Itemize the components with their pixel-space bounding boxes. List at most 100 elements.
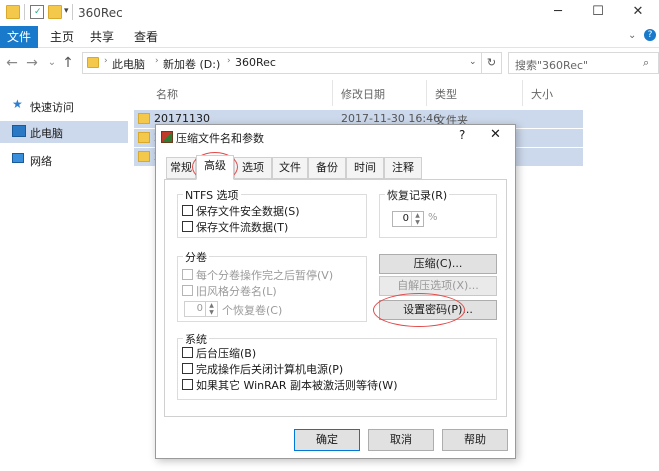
tab-panel-advanced: NTFS 选项 保存文件安全数据(S) 保存文件流数据(T) 恢复记录(R) 0…	[164, 179, 507, 417]
save-streams-label: 保存文件流数据(T)	[196, 221, 289, 234]
volumes-group-title: 分卷	[183, 249, 209, 265]
tab-files[interactable]: 文件	[272, 157, 308, 179]
up-icon[interactable]: ↑	[60, 54, 76, 72]
minimize-button[interactable]: ─	[538, 0, 578, 24]
navigation-bar: ← → ⌄ ↑ › 此电脑 › 新加卷 (D:) › 360Rec ⌄ ↻ 搜索…	[0, 50, 659, 76]
spin-arrows-icon[interactable]: ▲ ▼	[205, 302, 217, 316]
forward-icon[interactable]: →	[24, 54, 40, 72]
old-style-names-label: 旧风格分卷名(L)	[196, 285, 277, 298]
recovery-volumes-stepper[interactable]: 0 ▲ ▼	[184, 301, 218, 317]
search-input[interactable]: 搜索"360Rec" ⌕	[508, 52, 659, 74]
dialog-title: 压缩文件名和参数	[176, 132, 264, 145]
address-bar[interactable]: › 此电脑 › 新加卷 (D:) › 360Rec ⌄	[82, 52, 482, 74]
winrar-icon	[161, 131, 173, 143]
chevron-right-icon: ›	[155, 56, 159, 66]
save-security-checkbox[interactable]	[182, 205, 193, 216]
divider	[24, 4, 25, 20]
expand-ribbon-icon[interactable]: ⌄	[628, 30, 636, 41]
sidebar-item-label: 此电脑	[30, 127, 63, 140]
column-header-type[interactable]: 类型	[435, 86, 457, 102]
ntfs-group-title: NTFS 选项	[183, 187, 241, 203]
search-icon[interactable]: ⌕	[643, 56, 649, 70]
volumes-group: 分卷 每个分卷操作完之后暂停(V) 旧风格分卷名(L) 0 ▲ ▼ 个恢复卷(C)	[177, 249, 367, 322]
pause-volume-checkbox[interactable]	[182, 269, 193, 280]
tab-advanced[interactable]: 高级	[196, 155, 234, 180]
new-folder-icon[interactable]	[48, 5, 62, 19]
tab-share[interactable]: 共享	[90, 26, 114, 48]
recovery-unit: %	[428, 212, 438, 223]
wait-other-copies-checkbox[interactable]	[182, 379, 193, 390]
tab-view[interactable]: 查看	[134, 26, 158, 48]
tab-comment[interactable]: 注释	[384, 157, 422, 179]
tab-file[interactable]: 文件	[0, 26, 38, 48]
network-icon	[12, 153, 24, 163]
wait-other-copies-label: 如果其它 WinRAR 副本被激活则等待(W)	[196, 379, 398, 392]
folder-icon	[138, 113, 150, 124]
dialog-close-button[interactable]: ✕	[490, 127, 501, 142]
tab-options[interactable]: 选项	[234, 157, 272, 179]
navigation-pane: ★ 快速访问 此电脑 网络	[0, 78, 130, 471]
column-header-name[interactable]: 名称	[156, 86, 178, 102]
column-header-date[interactable]: 修改日期	[341, 86, 385, 102]
recovery-volumes-value: 0	[196, 303, 203, 314]
divider	[332, 80, 333, 106]
highlight-oval	[373, 293, 465, 327]
chevron-right-icon: ›	[227, 56, 231, 66]
column-header-size[interactable]: 大小	[531, 86, 553, 102]
background-compress-checkbox[interactable]	[182, 347, 193, 358]
folder-icon	[6, 5, 20, 19]
refresh-button[interactable]: ↻	[482, 52, 502, 74]
recovery-value: 0	[402, 213, 409, 224]
properties-icon[interactable]: ✓	[30, 5, 44, 19]
dialog-help-button[interactable]: ?	[459, 128, 465, 142]
star-icon: ★	[12, 97, 23, 111]
archive-settings-dialog: 压缩文件名和参数 ? ✕ 常规 高级 选项 文件 备份 时间 注释 NTFS 选…	[155, 124, 516, 459]
sidebar-item-label: 网络	[30, 155, 52, 168]
ribbon-tabs: 文件 主页 共享 查看 ⌄ ?	[0, 26, 659, 48]
title-bar: ✓ ▾ 360Rec ─ ☐ ✕	[0, 0, 659, 26]
old-style-names-checkbox[interactable]	[182, 285, 193, 296]
pause-volume-label: 每个分卷操作完之后暂停(V)	[196, 269, 334, 282]
sidebar-item-this-pc[interactable]: 此电脑	[0, 121, 128, 143]
ok-button[interactable]: 确定	[294, 429, 360, 451]
shutdown-label: 完成操作后关闭计算机电源(P)	[196, 363, 344, 376]
save-security-label: 保存文件安全数据(S)	[196, 205, 300, 218]
background-compress-label: 后台压缩(B)	[196, 347, 257, 360]
folder-icon	[138, 132, 150, 143]
save-streams-checkbox[interactable]	[182, 221, 193, 232]
recent-locations-icon[interactable]: ⌄	[44, 54, 60, 72]
shutdown-checkbox[interactable]	[182, 363, 193, 374]
cancel-button[interactable]: 取消	[368, 429, 434, 451]
recovery-percent-stepper[interactable]: 0 ▲ ▼	[392, 211, 424, 227]
folder-icon	[87, 57, 99, 68]
close-button[interactable]: ✕	[618, 0, 658, 24]
customize-toolbar-icon[interactable]: ▾	[64, 6, 69, 16]
sidebar-item-network[interactable]: 网络	[0, 149, 128, 171]
help-icon[interactable]: ?	[644, 29, 656, 41]
back-icon[interactable]: ←	[4, 54, 20, 72]
recovery-volumes-label: 个恢复卷(C)	[222, 304, 283, 317]
divider	[72, 4, 73, 20]
recovery-record-group: 恢复记录(R) 0 ▲ ▼ %	[379, 187, 497, 238]
tab-time[interactable]: 时间	[346, 157, 384, 179]
compression-button[interactable]: 压缩(C)...	[379, 254, 497, 274]
tab-home[interactable]: 主页	[50, 26, 74, 48]
address-dropdown-icon[interactable]: ⌄	[469, 57, 477, 67]
tab-backup[interactable]: 备份	[308, 157, 346, 179]
sfx-options-button[interactable]: 自解压选项(X)...	[379, 276, 497, 296]
spin-arrows-icon[interactable]: ▲ ▼	[411, 212, 423, 226]
search-placeholder: 搜索"360Rec"	[515, 59, 589, 72]
folder-icon	[138, 151, 150, 162]
divider	[426, 80, 427, 106]
breadcrumb-this-pc[interactable]: 此电脑	[112, 56, 145, 72]
breadcrumb-360rec[interactable]: 360Rec	[235, 56, 276, 69]
help-button[interactable]: 帮助	[442, 429, 508, 451]
system-group: 系统 后台压缩(B) 完成操作后关闭计算机电源(P) 如果其它 WinRAR 副…	[177, 331, 497, 400]
breadcrumb-volume-d[interactable]: 新加卷 (D:)	[163, 56, 220, 72]
recovery-group-title: 恢复记录(R)	[385, 187, 450, 203]
divider	[522, 80, 523, 106]
maximize-button[interactable]: ☐	[578, 0, 618, 24]
sidebar-item-quick-access[interactable]: ★ 快速访问	[0, 95, 128, 117]
sidebar-item-label: 快速访问	[30, 101, 74, 114]
computer-icon	[12, 125, 26, 137]
